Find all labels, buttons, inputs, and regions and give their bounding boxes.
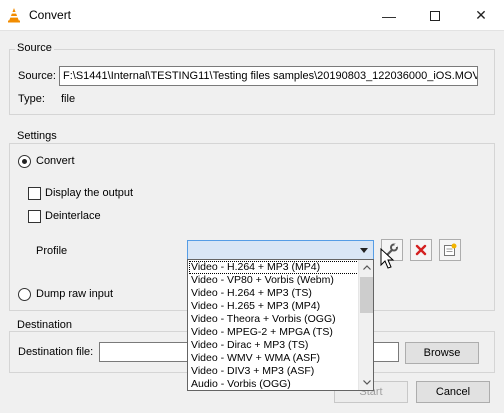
deinterlace-checkbox[interactable] bbox=[28, 210, 41, 223]
chevron-down-icon bbox=[360, 248, 368, 253]
source-path-field[interactable]: F:\S1441\Internal\TESTING11\Testing file… bbox=[59, 66, 478, 86]
red-x-icon bbox=[415, 244, 427, 256]
new-profile-button[interactable] bbox=[439, 239, 461, 261]
destination-group-title: Destination bbox=[15, 319, 75, 331]
profile-option[interactable]: Video - WMV + WMA (ASF) bbox=[189, 352, 359, 365]
profile-option[interactable]: Video - H.265 + MP3 (MP4) bbox=[189, 300, 359, 313]
scroll-down-arrow-icon[interactable] bbox=[359, 375, 373, 390]
scrollbar-thumb[interactable] bbox=[360, 277, 373, 313]
deinterlace-label: Deinterlace bbox=[45, 210, 101, 222]
dump-raw-label: Dump raw input bbox=[36, 288, 114, 300]
profile-option[interactable]: Video - VP80 + Vorbis (Webm) bbox=[189, 274, 359, 287]
profile-combo[interactable] bbox=[187, 240, 374, 260]
scroll-up-arrow-icon[interactable] bbox=[359, 260, 373, 275]
mouse-cursor-icon bbox=[380, 248, 395, 269]
maximize-icon bbox=[430, 10, 440, 21]
title-bar: Convert — ✕ bbox=[0, 0, 504, 31]
browse-button[interactable]: Browse bbox=[405, 342, 479, 364]
cancel-button[interactable]: Cancel bbox=[416, 381, 490, 403]
profile-option[interactable]: Video - Dirac + MP3 (TS) bbox=[189, 339, 359, 352]
display-output-label: Display the output bbox=[45, 187, 134, 199]
minimize-button[interactable]: — bbox=[366, 0, 412, 31]
close-icon: ✕ bbox=[475, 7, 487, 23]
profile-option[interactable]: Video - MPEG-2 + MPGA (TS) bbox=[189, 326, 359, 339]
convert-label: Convert bbox=[36, 155, 75, 167]
profile-option[interactable]: Video - DIV3 + MP3 (ASF) bbox=[189, 365, 359, 378]
settings-group-title: Settings bbox=[15, 130, 59, 142]
profile-option[interactable]: Video - H.264 + MP3 (MP4) bbox=[189, 261, 359, 274]
profile-option[interactable]: Video - Theora + Vorbis (OGG) bbox=[189, 313, 359, 326]
display-output-checkbox[interactable] bbox=[28, 187, 41, 200]
dump-raw-radio[interactable] bbox=[18, 288, 31, 301]
profile-label: Profile bbox=[36, 245, 68, 257]
window-title: Convert bbox=[29, 8, 72, 22]
profile-option[interactable]: Audio - Vorbis (OGG) bbox=[189, 378, 359, 390]
convert-radio[interactable] bbox=[18, 155, 31, 168]
minimize-icon: — bbox=[382, 7, 396, 24]
source-group-title: Source bbox=[15, 42, 54, 54]
source-label: Source: bbox=[18, 70, 56, 82]
new-profile-icon bbox=[444, 243, 457, 256]
destination-file-label: Destination file: bbox=[18, 346, 94, 358]
profile-dropdown-list[interactable]: Video - H.264 + MP3 (MP4) Video - VP80 +… bbox=[187, 259, 374, 391]
vlc-cone-icon bbox=[8, 8, 20, 23]
maximize-button[interactable] bbox=[412, 0, 458, 31]
dropdown-scrollbar[interactable] bbox=[358, 260, 373, 390]
close-button[interactable]: ✕ bbox=[458, 0, 504, 31]
type-label: Type: bbox=[18, 93, 45, 105]
type-value: file bbox=[61, 93, 76, 105]
delete-profile-button[interactable] bbox=[410, 239, 432, 261]
profile-option[interactable]: Video - H.264 + MP3 (TS) bbox=[189, 287, 359, 300]
